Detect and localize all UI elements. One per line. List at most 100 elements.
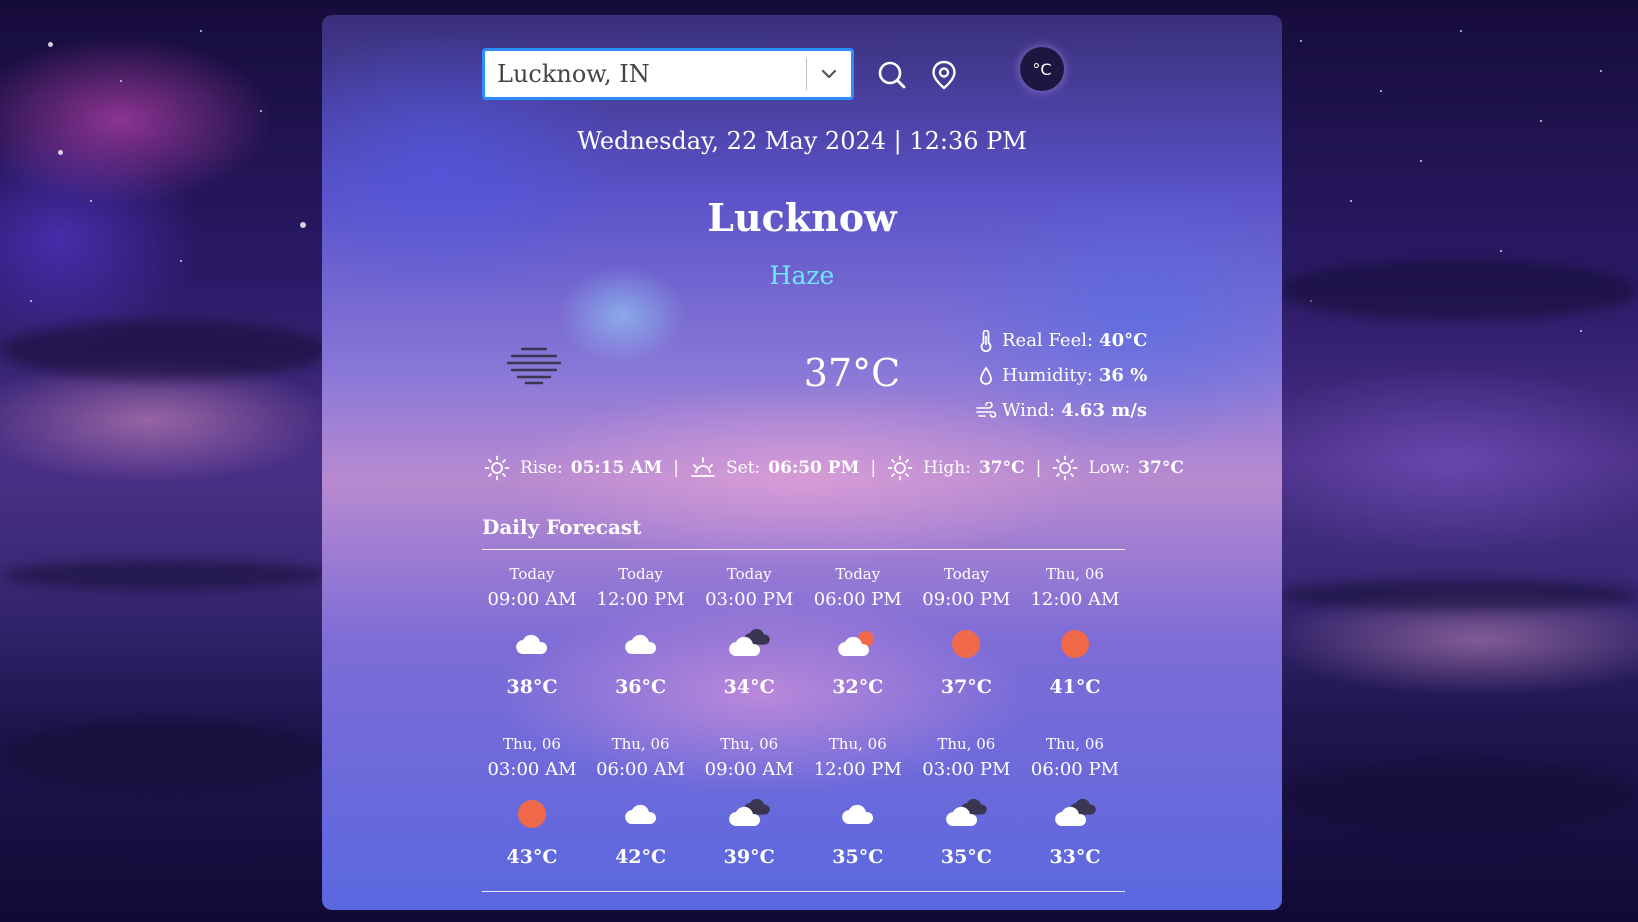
dark-cloud-icon xyxy=(699,785,799,843)
city-name: Lucknow xyxy=(707,195,897,240)
weather-details: Real Feel: 40°C Humidity: 36 % Wind: 4.6… xyxy=(974,323,1154,428)
forecast-time: 03:00 PM xyxy=(705,589,794,610)
forecast-time: 12:00 AM xyxy=(1030,589,1120,610)
cloud-icon xyxy=(482,615,582,673)
forecast-temp: 33°C xyxy=(1049,846,1101,868)
wind-value: 4.63 m/s xyxy=(1061,400,1147,421)
forecast-day: Today xyxy=(835,565,881,583)
forecast-day: Thu, 06 xyxy=(720,735,779,753)
wind-row: Wind: 4.63 m/s xyxy=(974,393,1154,428)
forecast-day: Today xyxy=(726,565,772,583)
wind-label: Wind: xyxy=(1002,400,1056,421)
cloud-shape xyxy=(0,720,330,790)
dark-cloud-icon xyxy=(1025,785,1125,843)
forecast-cell: Thu, 06 09:00 AM 39°C xyxy=(699,733,799,871)
forecast-time: 09:00 AM xyxy=(704,759,794,780)
location-pin-icon xyxy=(932,60,956,90)
cloud-shape xyxy=(0,560,330,590)
forecast-day: Thu, 06 xyxy=(1045,565,1104,583)
forecast-time: 12:00 PM xyxy=(813,759,902,780)
forecast-row-2: Thu, 06 03:00 AM 43°C Thu, 06 06:00 AM 4… xyxy=(482,733,1125,871)
forecast-cell: Thu, 06 03:00 PM 35°C xyxy=(916,733,1016,871)
forecast-cell: Today 09:00 PM 37°C xyxy=(916,563,1016,701)
cloud-icon xyxy=(808,785,908,843)
sunrise-label: Rise: xyxy=(520,458,563,478)
forecast-temp: 34°C xyxy=(723,676,775,698)
thermometer-icon xyxy=(974,329,998,352)
forecast-day: Today xyxy=(509,565,555,583)
daily-forecast-title: Daily Forecast xyxy=(482,515,642,539)
current-location-button[interactable] xyxy=(928,59,960,91)
sun-icon xyxy=(482,785,582,843)
forecast-cell: Today 09:00 AM 38°C xyxy=(482,563,582,701)
weather-panel: °C Wednesday, 22 May 2024 | 12:36 PM Luc… xyxy=(322,15,1282,910)
weather-condition: Haze xyxy=(769,261,835,290)
forecast-divider xyxy=(482,549,1125,550)
forecast-cell: Today 12:00 PM 36°C xyxy=(591,563,691,701)
forecast-temp: 41°C xyxy=(1049,676,1101,698)
forecast-time: 12:00 PM xyxy=(596,589,685,610)
forecast-cell: Today 03:00 PM 34°C xyxy=(699,563,799,701)
forecast-time: 06:00 PM xyxy=(1030,759,1120,780)
cloud-shape xyxy=(1278,260,1638,320)
forecast-day: Thu, 06 xyxy=(1045,735,1104,753)
forecast-cell: Thu, 06 06:00 AM 42°C xyxy=(591,733,691,871)
unit-toggle-button[interactable]: °C xyxy=(1020,47,1064,91)
forecast-time: 09:00 AM xyxy=(487,589,577,610)
city-search-box[interactable] xyxy=(482,48,854,100)
droplet-icon xyxy=(974,365,998,386)
sunset-icon xyxy=(690,455,716,481)
cloud-icon xyxy=(591,615,691,673)
forecast-cell: Thu, 06 12:00 PM 35°C xyxy=(808,733,908,871)
forecast-day: Thu, 06 xyxy=(828,735,887,753)
forecast-cell: Today 06:00 PM 32°C xyxy=(808,563,908,701)
search-icon xyxy=(878,61,906,89)
forecast-time: 09:00 PM xyxy=(922,589,1011,610)
city-search-input[interactable] xyxy=(485,50,806,98)
forecast-day: Thu, 06 xyxy=(503,735,561,753)
forecast-cell: Thu, 06 06:00 PM 33°C xyxy=(1025,733,1125,871)
forecast-time: 03:00 PM xyxy=(922,759,1011,780)
real-feel-label: Real Feel: xyxy=(1002,330,1094,351)
date-time-text: Wednesday, 22 May 2024 | 12:36 PM xyxy=(577,127,1027,155)
humidity-value: 36 % xyxy=(1098,365,1148,386)
forecast-time: 06:00 AM xyxy=(596,759,686,780)
forecast-temp: 35°C xyxy=(940,846,992,868)
real-feel-row: Real Feel: 40°C xyxy=(974,323,1154,358)
sun-info-row: Rise: 05:15 AM | Set: 06:50 PM | High: 3… xyxy=(484,455,1184,481)
search-button[interactable] xyxy=(876,59,908,91)
cloud-shape xyxy=(1278,580,1638,610)
separator: | xyxy=(673,458,680,478)
forecast-temp: 35°C xyxy=(832,846,884,868)
sun-icon xyxy=(916,615,1016,673)
low-temp-label: Low: xyxy=(1088,458,1131,478)
sun-icon xyxy=(887,455,913,481)
real-feel-value: 40°C xyxy=(1099,330,1148,351)
forecast-temp: 42°C xyxy=(615,846,667,868)
dark-cloud-icon xyxy=(916,785,1016,843)
humidity-row: Humidity: 36 % xyxy=(974,358,1154,393)
sunset-value: 06:50 PM xyxy=(768,458,860,478)
high-temp-value: 37°C xyxy=(978,458,1025,478)
forecast-temp: 43°C xyxy=(506,846,558,868)
cloud-shape xyxy=(0,320,330,380)
sunset-label: Set: xyxy=(726,458,761,478)
forecast-row-1: Today 09:00 AM 38°C Today 12:00 PM 36°C … xyxy=(482,563,1125,701)
forecast-temp: 37°C xyxy=(940,676,992,698)
high-temp-label: High: xyxy=(923,458,971,478)
cloud-shape xyxy=(1278,760,1638,830)
forecast-day: Thu, 06 xyxy=(937,735,996,753)
city-dropdown-button[interactable] xyxy=(807,51,851,97)
forecast-bottom-divider xyxy=(482,891,1125,892)
forecast-temp: 32°C xyxy=(832,676,884,698)
forecast-temp: 38°C xyxy=(506,676,558,698)
sunrise-value: 05:15 AM xyxy=(570,458,663,478)
forecast-day: Thu, 06 xyxy=(611,735,670,753)
separator: | xyxy=(870,458,877,478)
sun-icon xyxy=(484,455,510,481)
forecast-day: Today xyxy=(618,565,664,583)
chevron-down-icon xyxy=(821,69,837,79)
haze-icon xyxy=(504,345,564,389)
humidity-label: Humidity: xyxy=(1002,365,1093,386)
forecast-time: 03:00 AM xyxy=(487,759,577,780)
